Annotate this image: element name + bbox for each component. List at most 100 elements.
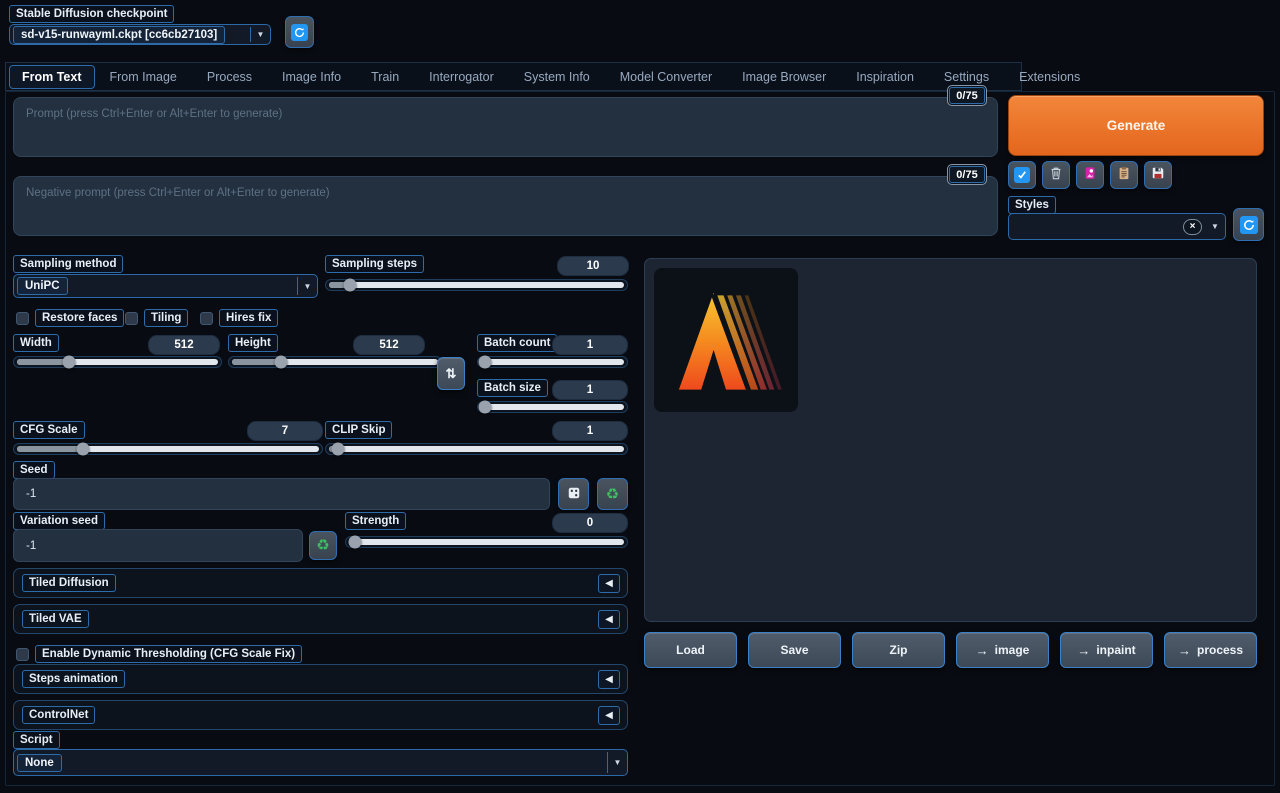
sampling-steps-label: Sampling steps: [325, 255, 424, 273]
steps-animation-accordion[interactable]: Steps animation ◀: [13, 664, 628, 694]
tiled-vae-title: Tiled VAE: [22, 610, 89, 628]
prompt-input[interactable]: [13, 97, 998, 157]
zip-button[interactable]: Zip: [852, 632, 945, 668]
styles-clear-button[interactable]: ×: [1183, 219, 1202, 235]
tiling-option: Tiling: [125, 309, 188, 327]
styles-refresh-button[interactable]: [1233, 208, 1264, 241]
sampling-steps-slider[interactable]: [325, 279, 628, 291]
chevron-down-icon[interactable]: ▼: [297, 277, 317, 295]
tab-interrogator[interactable]: Interrogator: [414, 66, 509, 88]
swap-width-height-button[interactable]: ⇅: [437, 357, 465, 390]
tab-image-browser[interactable]: Image Browser: [727, 66, 841, 88]
arrow-right-icon: →: [1178, 643, 1191, 658]
batch-size-slider[interactable]: [477, 401, 628, 413]
height-slider[interactable]: [228, 356, 442, 368]
script-dropdown[interactable]: None ▼: [13, 749, 628, 776]
cfg-scale-value[interactable]: 7: [247, 421, 323, 441]
arrow-right-icon: →: [976, 643, 989, 658]
save-style-button[interactable]: [1144, 161, 1172, 189]
height-label: Height: [228, 334, 278, 352]
send-to-process-button[interactable]: →process: [1164, 632, 1257, 668]
preview-logo-tile[interactable]: [654, 268, 798, 412]
controlnet-accordion[interactable]: ControlNet ◀: [13, 700, 628, 730]
send-to-inpaint-button[interactable]: →inpaint: [1060, 632, 1153, 668]
tab-inspiration[interactable]: Inspiration: [841, 66, 929, 88]
strength-label: Strength: [345, 512, 406, 530]
trash-icon: [1049, 166, 1063, 185]
reuse-variation-seed-button[interactable]: ♻: [309, 531, 337, 560]
paste-params-button[interactable]: [1008, 161, 1036, 189]
variation-seed-input[interactable]: [13, 529, 303, 562]
negative-prompt-input[interactable]: [13, 176, 998, 236]
collapse-arrow-icon[interactable]: ◀: [598, 706, 620, 725]
load-button[interactable]: Load: [644, 632, 737, 668]
sampling-steps-value[interactable]: 10: [557, 256, 629, 276]
tiled-diffusion-accordion[interactable]: Tiled Diffusion ◀: [13, 568, 628, 598]
extra-networks-button[interactable]: [1076, 161, 1104, 189]
clear-prompt-button[interactable]: [1042, 161, 1070, 189]
tab-train[interactable]: Train: [356, 66, 414, 88]
batch-count-value[interactable]: 1: [552, 335, 628, 355]
dynamic-thresholding-label: Enable Dynamic Thresholding (CFG Scale F…: [35, 645, 302, 663]
reuse-seed-button[interactable]: ♻: [597, 478, 628, 510]
width-slider[interactable]: [13, 356, 222, 368]
clip-skip-slider[interactable]: [325, 443, 628, 455]
tab-extensions[interactable]: Extensions: [1004, 66, 1095, 88]
clip-skip-value[interactable]: 1: [552, 421, 628, 441]
recycle-icon: ♻: [316, 538, 329, 553]
chevron-down-icon[interactable]: ▼: [1205, 216, 1225, 237]
script-value[interactable]: None: [17, 754, 62, 772]
restore-faces-checkbox[interactable]: [16, 312, 29, 325]
send-to-image-button[interactable]: →image: [956, 632, 1049, 668]
sampling-method-dropdown[interactable]: UniPC ▼: [13, 274, 318, 298]
sampling-method-value[interactable]: UniPC: [17, 277, 68, 295]
tab-model-converter[interactable]: Model Converter: [605, 66, 727, 88]
collapse-arrow-icon[interactable]: ◀: [598, 610, 620, 629]
tab-from-image[interactable]: From Image: [95, 66, 192, 88]
height-value[interactable]: 512: [353, 335, 425, 355]
prompt-container: [13, 97, 998, 157]
batch-size-value[interactable]: 1: [552, 380, 628, 400]
main-tabs: From Text From Image Process Image Info …: [5, 62, 1022, 91]
tab-system-info[interactable]: System Info: [509, 66, 605, 88]
save-button[interactable]: Save: [748, 632, 841, 668]
clipboard-icon: [1117, 166, 1131, 185]
checkpoint-refresh-button[interactable]: [285, 16, 314, 48]
apply-style-button[interactable]: [1110, 161, 1138, 189]
hires-fix-checkbox[interactable]: [200, 312, 213, 325]
refresh-icon: [291, 24, 308, 41]
batch-count-slider[interactable]: [477, 356, 628, 368]
collapse-arrow-icon[interactable]: ◀: [598, 670, 620, 689]
tab-image-info[interactable]: Image Info: [267, 66, 356, 88]
cfg-scale-label: CFG Scale: [13, 421, 85, 439]
chevron-down-icon[interactable]: ▼: [250, 27, 270, 42]
generate-button[interactable]: Generate: [1008, 95, 1264, 156]
refresh-icon: [1240, 216, 1258, 234]
arrow-right-icon: →: [1077, 643, 1090, 658]
cfg-scale-slider[interactable]: [13, 443, 323, 455]
restore-faces-label: Restore faces: [35, 309, 124, 327]
collapse-arrow-icon[interactable]: ◀: [598, 574, 620, 593]
styles-dropdown[interactable]: × ▼: [1008, 213, 1226, 240]
tiling-checkbox[interactable]: [125, 312, 138, 325]
seed-input[interactable]: [13, 478, 550, 510]
variation-seed-label: Variation seed: [13, 512, 105, 530]
hires-fix-option: Hires fix: [200, 309, 278, 327]
strength-value[interactable]: 0: [552, 513, 628, 533]
script-label: Script: [13, 731, 60, 749]
random-seed-button[interactable]: [558, 478, 589, 510]
tiled-vae-accordion[interactable]: Tiled VAE ◀: [13, 604, 628, 634]
batch-size-label: Batch size: [477, 379, 548, 397]
checkpoint-value[interactable]: sd-v15-runwayml.ckpt [cc6cb27103]: [13, 26, 225, 44]
checkpoint-dropdown[interactable]: sd-v15-runwayml.ckpt [cc6cb27103] ▼: [9, 24, 271, 45]
dynamic-thresholding-checkbox[interactable]: [16, 648, 29, 661]
extra-networks-card-icon: [1083, 166, 1097, 185]
tab-from-text[interactable]: From Text: [9, 65, 95, 89]
chevron-down-icon[interactable]: ▼: [607, 752, 627, 773]
output-buttons-row: Load Save Zip →image →inpaint →process: [644, 632, 1257, 668]
tiled-diffusion-title: Tiled Diffusion: [22, 574, 116, 592]
tab-process[interactable]: Process: [192, 66, 267, 88]
sampling-method-label: Sampling method: [13, 255, 123, 273]
strength-slider[interactable]: [345, 536, 628, 548]
width-value[interactable]: 512: [148, 335, 220, 355]
